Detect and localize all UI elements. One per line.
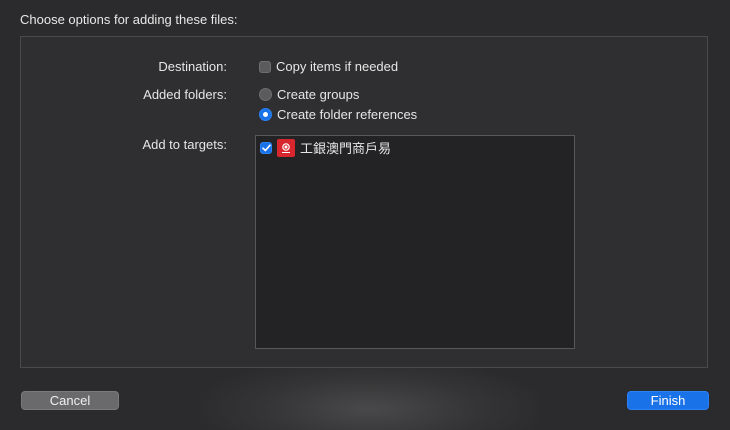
target-row[interactable]: 工銀澳門商戶易 bbox=[260, 138, 391, 157]
target-checkbox[interactable] bbox=[260, 141, 272, 154]
radio-create-folder-references[interactable]: Create folder references bbox=[259, 107, 417, 122]
added-folders-label: Added folders: bbox=[143, 87, 227, 102]
options-panel: Destination: Copy items if needed Added … bbox=[20, 36, 708, 368]
background-glow bbox=[200, 360, 540, 430]
dialog-title: Choose options for adding these files: bbox=[20, 12, 238, 27]
finish-button[interactable]: Finish bbox=[627, 391, 709, 410]
create-groups-label: Create groups bbox=[277, 87, 360, 102]
add-files-sheet: Choose options for adding these files: D… bbox=[0, 0, 730, 430]
add-to-targets-label: Add to targets: bbox=[142, 137, 227, 152]
target-label: 工銀澳門商戶易 bbox=[300, 141, 392, 156]
create-folder-references-radio[interactable] bbox=[259, 108, 272, 121]
targets-list[interactable]: 工銀澳門商戶易 bbox=[255, 135, 575, 349]
copy-items-checkbox-row[interactable]: Copy items if needed bbox=[259, 59, 398, 74]
radio-create-groups[interactable]: Create groups bbox=[259, 87, 359, 102]
icbc-app-icon bbox=[277, 138, 295, 157]
destination-label: Destination: bbox=[158, 59, 227, 74]
create-groups-radio[interactable] bbox=[259, 88, 272, 101]
copy-items-label: Copy items if needed bbox=[276, 59, 399, 74]
create-folder-references-label: Create folder references bbox=[277, 107, 418, 122]
checkmark-icon bbox=[261, 143, 271, 151]
radio-selected-dot bbox=[263, 112, 268, 117]
copy-items-checkbox[interactable] bbox=[259, 60, 271, 73]
cancel-button[interactable]: Cancel bbox=[21, 391, 119, 410]
